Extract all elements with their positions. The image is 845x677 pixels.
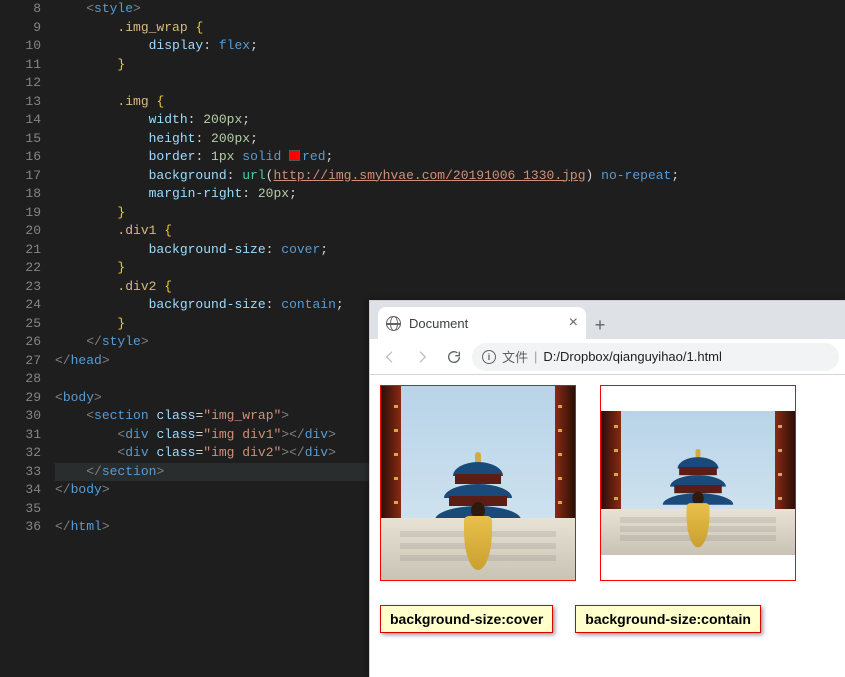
label-row: background-size:cover background-size:co…: [380, 605, 835, 633]
browser-tab[interactable]: Document ×: [378, 307, 586, 339]
addr-path: D:/Dropbox/qianguyihao/1.html: [543, 349, 722, 364]
gutter: 8910111213141516171819202122232425262728…: [0, 0, 55, 677]
back-button[interactable]: [376, 343, 404, 371]
forward-button[interactable]: [408, 343, 436, 371]
image-row: [380, 385, 835, 581]
new-tab-button[interactable]: +: [586, 311, 614, 339]
globe-icon: [386, 316, 401, 331]
close-icon[interactable]: ×: [569, 315, 578, 331]
reload-button[interactable]: [440, 343, 468, 371]
omnibox[interactable]: i 文件 | D:/Dropbox/qianguyihao/1.html: [472, 343, 839, 371]
info-icon: i: [482, 350, 496, 364]
viewport: background-size:cover background-size:co…: [370, 375, 845, 643]
label-contain: background-size:contain: [575, 605, 761, 633]
separator: |: [534, 349, 537, 364]
tab-title: Document: [409, 316, 561, 331]
address-bar: i 文件 | D:/Dropbox/qianguyihao/1.html: [370, 339, 845, 375]
browser-window: Document × + i 文件 | D:/Dropbox/qianguyih…: [369, 300, 845, 677]
image-contain: [600, 385, 796, 581]
tab-bar: Document × +: [370, 301, 845, 339]
label-cover: background-size:cover: [380, 605, 553, 633]
image-cover: [380, 385, 576, 581]
addr-label: 文件: [502, 347, 528, 366]
